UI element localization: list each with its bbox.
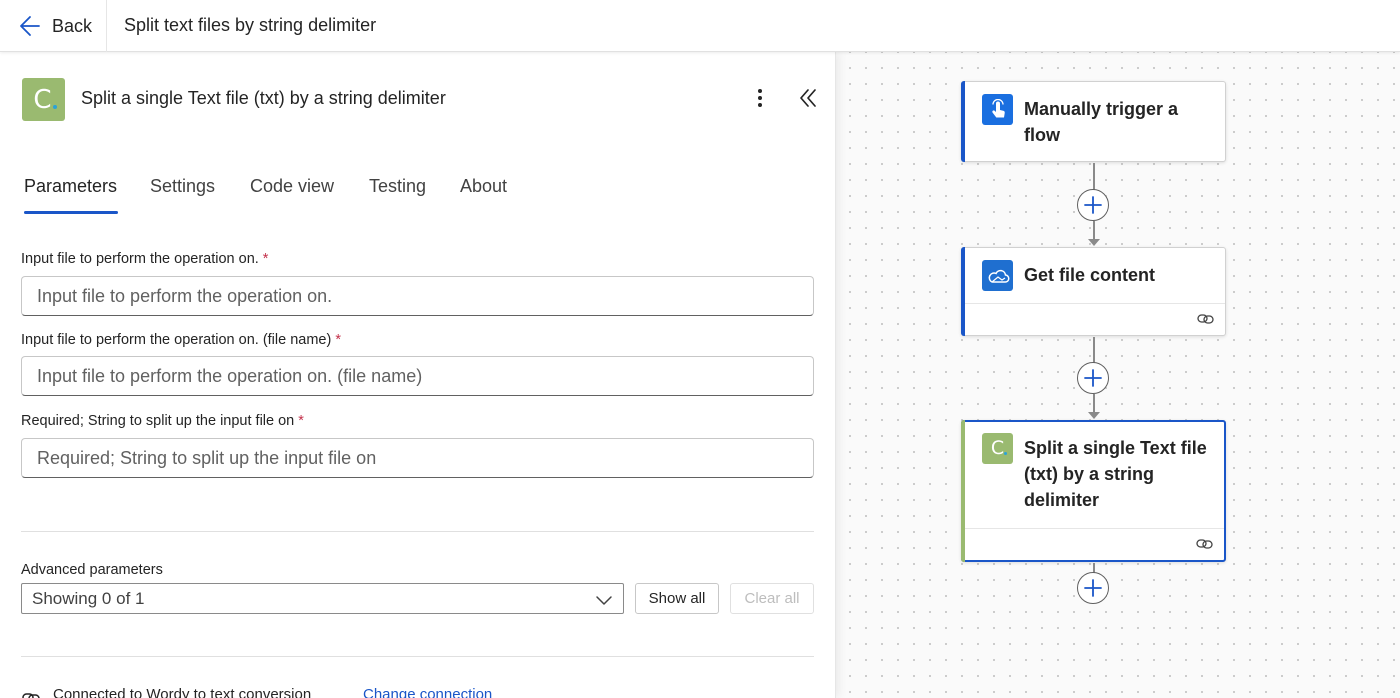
show-all-button[interactable]: Show all: [635, 583, 719, 614]
connector-logo-letter: C: [33, 84, 52, 115]
advanced-parameters-value: Showing 0 of 1: [32, 589, 145, 608]
file-name-field[interactable]: [21, 356, 814, 396]
flow-arrow: [1088, 412, 1100, 419]
double-chevron-left-icon: [800, 89, 816, 107]
connection-text: Connected to Wordy to text conversion: [53, 686, 312, 698]
input-file-field[interactable]: [21, 276, 814, 316]
required-marker: *: [262, 251, 269, 267]
plus-icon: [1084, 579, 1102, 597]
connector-c-icon: C: [982, 433, 1013, 464]
touch-trigger-icon: [982, 94, 1013, 125]
clear-all-button[interactable]: Clear all: [730, 583, 814, 614]
plus-icon: [1084, 196, 1102, 214]
split-text-file-card[interactable]: C Split a single Text file (txt) by a st…: [961, 420, 1226, 562]
tab-parameters[interactable]: Parameters: [24, 176, 117, 197]
trigger-card[interactable]: Manually trigger a flow: [961, 81, 1226, 162]
top-bar: Back Split text files by string delimite…: [0, 0, 1400, 52]
section-divider: [21, 656, 814, 657]
file-name-label: Input file to perform the operation on. …: [21, 332, 341, 348]
link-icon: [22, 693, 40, 698]
add-step-button[interactable]: [1077, 362, 1109, 394]
back-arrow-icon: [20, 16, 40, 36]
more-vertical-icon: [758, 89, 762, 107]
connection-link-icon: [1196, 539, 1213, 549]
advanced-parameters-label: Advanced parameters: [21, 562, 163, 578]
plus-icon: [1084, 369, 1102, 387]
advanced-parameters-dropdown[interactable]: Showing 0 of 1: [21, 583, 624, 614]
collapse-panel-button[interactable]: [796, 86, 820, 110]
get-file-content-title: Get file content: [1024, 265, 1156, 285]
flow-title: Split text files by string delimiter: [124, 15, 377, 35]
onedrive-cloud-icon: [982, 260, 1013, 291]
tab-about[interactable]: About: [460, 176, 507, 197]
flow-canvas[interactable]: Manually trigger a flow Get file content: [836, 52, 1400, 698]
delimiter-field[interactable]: [21, 438, 814, 478]
more-options-button[interactable]: [748, 86, 772, 110]
header-divider: [106, 0, 107, 52]
card-footer: [965, 303, 1225, 335]
delimiter-label: Required; String to split up the input f…: [21, 413, 304, 429]
action-details-panel: C Split a single Text file (txt) by a st…: [0, 52, 836, 698]
tab-settings[interactable]: Settings: [150, 176, 215, 197]
connection-link-icon: [1197, 314, 1214, 324]
active-tab-indicator: [24, 211, 118, 214]
add-step-button[interactable]: [1077, 572, 1109, 604]
flow-arrow: [1088, 239, 1100, 246]
panel-title: Split a single Text file (txt) by a stri…: [81, 88, 446, 108]
required-marker: *: [335, 332, 341, 348]
required-marker: *: [298, 413, 304, 429]
chevron-down-icon: [596, 596, 612, 605]
change-connection-link[interactable]: Change connection: [363, 686, 492, 698]
split-text-file-title: Split a single Text file (txt) by a stri…: [1024, 438, 1207, 510]
trigger-card-title: Manually trigger a flow: [1024, 99, 1179, 145]
back-label: Back: [52, 15, 93, 36]
card-footer: [965, 528, 1224, 560]
input-file-label: Input file to perform the operation on. *: [21, 251, 269, 267]
section-divider: [21, 531, 814, 532]
connector-logo: C: [22, 78, 65, 121]
tab-testing[interactable]: Testing: [369, 176, 426, 197]
tab-code-view[interactable]: Code view: [250, 176, 334, 197]
back-button[interactable]: Back: [18, 12, 92, 40]
get-file-content-card[interactable]: Get file content: [961, 247, 1226, 336]
add-step-button[interactable]: [1077, 189, 1109, 221]
